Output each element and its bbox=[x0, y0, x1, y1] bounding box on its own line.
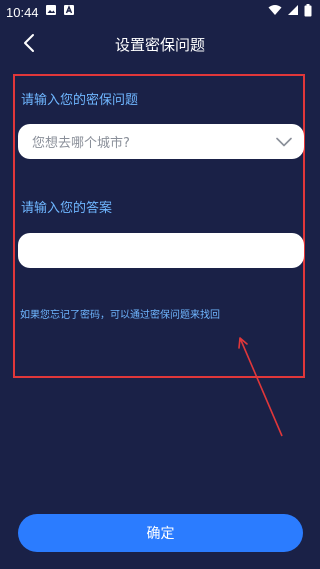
status-time: 10:44 bbox=[6, 4, 39, 20]
answer-input[interactable] bbox=[18, 233, 304, 268]
annotation-arrow-icon bbox=[238, 337, 283, 437]
status-bar: 10:44 bbox=[0, 0, 320, 24]
recovery-hint: 如果您忘记了密码，可以通过密保问题来找回 bbox=[20, 310, 220, 321]
text-notification-icon bbox=[63, 4, 75, 20]
question-label: 请输入您的密保问题 bbox=[21, 93, 139, 108]
chevron-down-icon bbox=[276, 132, 292, 151]
battery-icon bbox=[304, 3, 312, 21]
signal-icon bbox=[287, 4, 299, 20]
gallery-notification-icon bbox=[45, 4, 57, 20]
security-question-select[interactable]: 您想去哪个城市? bbox=[18, 124, 304, 159]
wifi-icon bbox=[268, 4, 282, 20]
back-arrow-icon bbox=[22, 33, 36, 57]
security-question-value: 您想去哪个城市? bbox=[32, 136, 130, 151]
answer-label: 请输入您的答案 bbox=[21, 201, 113, 216]
back-button[interactable] bbox=[18, 34, 40, 56]
confirm-button[interactable]: 确定 bbox=[18, 514, 303, 552]
page-title: 设置密保问题 bbox=[114, 36, 205, 54]
navigation-bar: 设置密保问题 bbox=[0, 24, 320, 64]
